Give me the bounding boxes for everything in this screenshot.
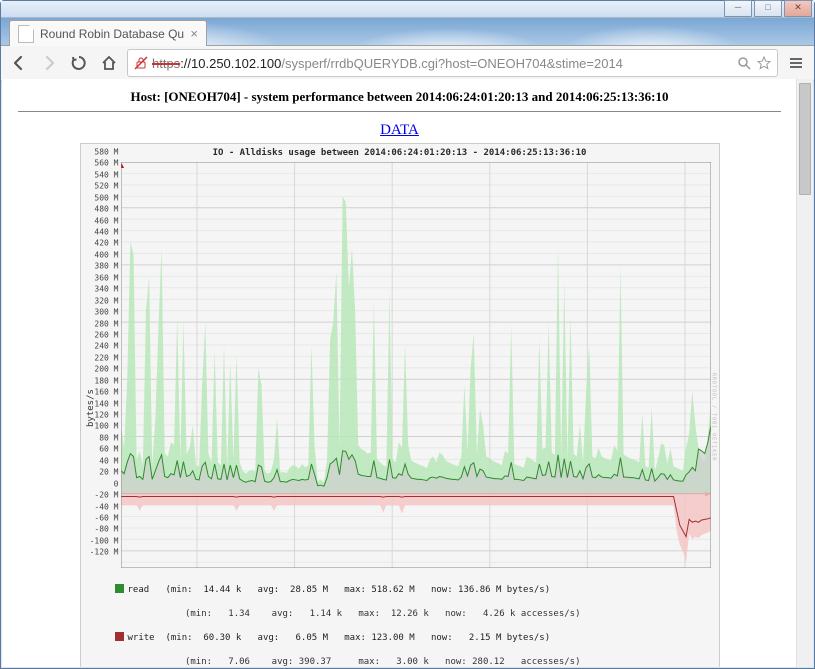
reload-button[interactable] [67,51,91,75]
y-tick-label: 300 M [94,308,118,317]
search-icon[interactable] [737,56,751,70]
y-tick-label: 40 M [99,456,118,465]
url-scheme: https [152,56,180,71]
window-titlebar: ─ □ ✕ [1,1,814,18]
y-tick-label: 20 M [99,468,118,477]
y-tick-label: -40 M [94,502,118,511]
y-tick-label: 520 M [94,182,118,191]
y-tick-label: 160 M [94,388,118,397]
vertical-scrollbar[interactable] [796,79,813,667]
menu-button[interactable] [784,51,808,75]
legend-write-accesses: (min: 7.06 avg: 390.37 max: 3.00 k now: … [185,657,581,667]
chart-svg [121,162,711,568]
y-tick-label: 540 M [94,170,118,179]
horizontal-rule [18,111,781,112]
y-tick-label: 420 M [94,239,118,248]
y-tick-label: 560 M [94,159,118,168]
y-tick-label: 180 M [94,376,118,385]
home-button[interactable] [97,51,121,75]
tab-close-icon[interactable]: × [190,26,198,41]
y-tick-label: 0 [114,479,119,488]
legend-read-stats: (min: 14.44 k avg: 28.85 M max: 518.62 M… [165,585,550,595]
chart-title: IO - Alldisks usage between 2014:06:24:0… [81,144,719,160]
y-tick-label: 200 M [94,365,118,374]
scrollbar-thumb[interactable] [799,83,811,195]
legend-write-stats: (min: 60.30 k avg: 6.05 M max: 123.00 M … [165,633,550,643]
y-tick-label: 100 M [94,422,118,431]
y-tick-label: 580 M [94,148,118,157]
y-tick-label: 80 M [99,433,118,442]
y-tick-label: 400 M [94,250,118,259]
chart-legend: read (min: 14.44 k avg: 28.85 M max: 518… [115,572,711,667]
page-favicon-icon [18,25,34,43]
close-button[interactable]: ✕ [784,0,812,17]
legend-write-label: write [128,633,155,643]
y-tick-label: 260 M [94,330,118,339]
chart-plot-area [121,162,711,568]
y-tick-label: 460 M [94,216,118,225]
y-tick-label: -20 M [94,491,118,500]
browser-window: ─ □ ✕ Round Robin Database Qu × h [0,0,815,669]
page-content: Host: [ONEOH704] - system performance be… [2,79,813,667]
window-controls: ─ □ ✕ [722,0,812,17]
data-link[interactable]: DATA [380,122,419,139]
y-tick-label: 360 M [94,273,118,282]
minimize-button[interactable]: ─ [724,0,752,17]
y-tick-label: 440 M [94,228,118,237]
tab-title: Round Robin Database Qu [40,27,186,41]
y-tick-label: 60 M [99,445,118,454]
y-tick-label: 500 M [94,193,118,202]
omnibox-actions [737,56,771,70]
legend-read-label: read [128,585,155,595]
y-tick-label: -100 M [90,536,119,545]
y-tick-label: 320 M [94,296,118,305]
maximize-button[interactable]: □ [754,0,782,17]
y-tick-label: 140 M [94,399,118,408]
y-tick-label: 240 M [94,342,118,351]
y-axis-ticks: 580 M 560 M 540 M 520 M 500 M 480 M 460 M 440 M… [95,148,119,667]
y-tick-label: 220 M [94,353,118,362]
y-tick-label: 480 M [94,205,118,214]
y-tick-label: -80 M [94,525,118,534]
rrd-graph: IO - Alldisks usage between 2014:06:24:0… [80,143,720,667]
y-tick-label: -60 M [94,513,118,522]
browser-toolbar: https ://10.250.102.100/sysperf/rrdbQUER… [1,46,814,81]
y-tick-label: -120 M [90,548,119,557]
ssl-warning-icon [134,56,148,70]
y-tick-label: 280 M [94,319,118,328]
browser-tab[interactable]: Round Robin Database Qu × [9,20,207,46]
bookmark-star-icon[interactable] [757,56,771,70]
y-tick-label: 340 M [94,285,118,294]
back-button[interactable] [7,51,31,75]
url-text: ://10.250.102.100/sysperf/rrdbQUERYDB.cg… [180,56,623,71]
document-body: Host: [ONEOH704] - system performance be… [2,79,797,667]
forward-button[interactable] [37,51,61,75]
legend-read-accesses: (min: 1.34 avg: 1.14 k max: 12.26 k now:… [185,609,581,619]
address-bar[interactable]: https ://10.250.102.100/sysperf/rrdbQUER… [127,49,778,77]
y-tick-label: 120 M [94,411,118,420]
tab-strip: Round Robin Database Qu × [1,18,814,46]
page-title: Host: [ONEOH704] - system performance be… [2,89,797,105]
y-tick-label: 380 M [94,262,118,271]
